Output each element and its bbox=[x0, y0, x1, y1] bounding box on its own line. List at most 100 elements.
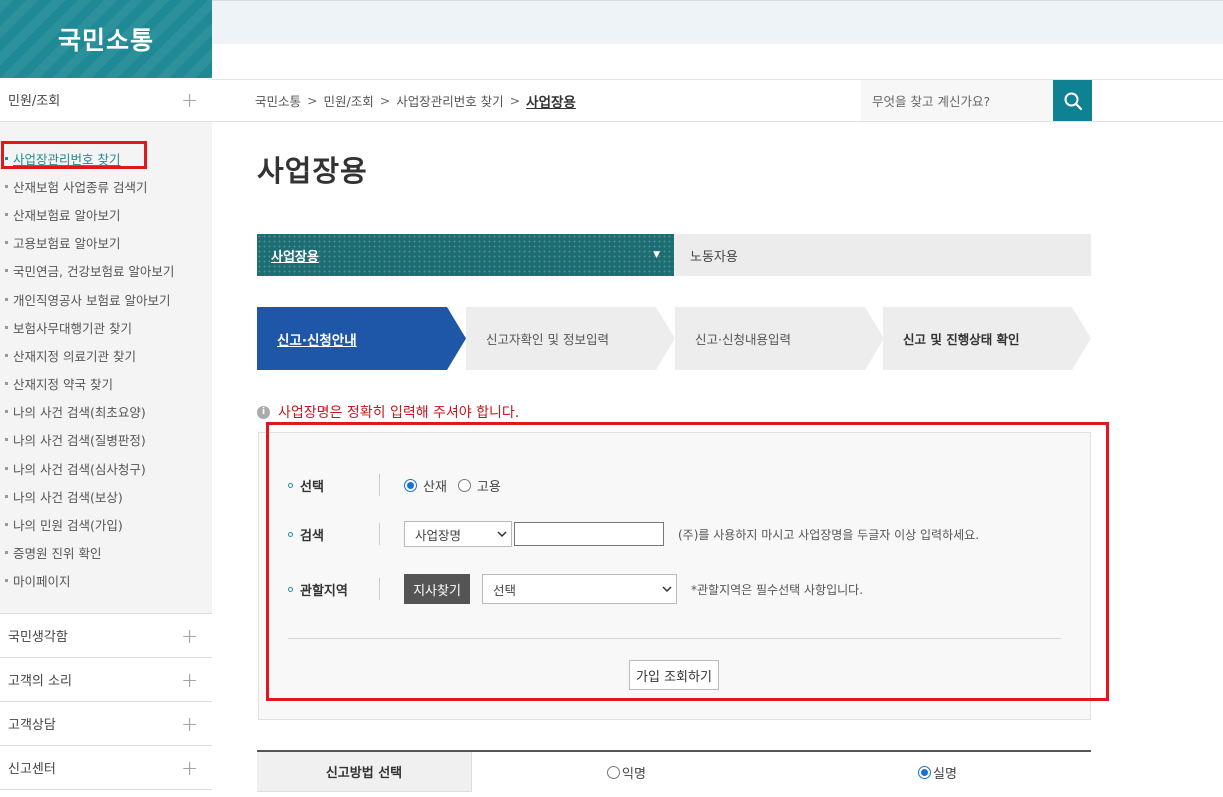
sidebar-section-consult[interactable]: 고객상담 + bbox=[0, 702, 212, 746]
plus-icon: + bbox=[181, 711, 198, 736]
sidebar-item[interactable]: 나의 사건 검색(보상) bbox=[0, 482, 212, 510]
plus-icon: + bbox=[181, 755, 198, 780]
radio-anonymous[interactable] bbox=[607, 765, 620, 779]
bullet-icon bbox=[5, 466, 8, 470]
sidebar-item-label: 나의 사건 검색(보상) bbox=[13, 489, 123, 505]
sidebar-section-voice[interactable]: 고객의 소리 + bbox=[0, 658, 212, 702]
bullet-icon bbox=[5, 353, 8, 357]
bullet-icon bbox=[5, 410, 8, 414]
sidebar-item-label: 산재지정 의료기관 찾기 bbox=[13, 348, 136, 364]
bullet-icon bbox=[5, 325, 8, 329]
sidebar-section-label: 고객의 소리 bbox=[8, 674, 72, 689]
search-button[interactable] bbox=[1053, 80, 1092, 121]
logo-text: 국민소통 bbox=[57, 26, 154, 55]
bullet-icon bbox=[5, 579, 8, 583]
breadcrumb-current: 사업장용 bbox=[526, 94, 576, 111]
radio-label: 익명 bbox=[622, 766, 646, 782]
sidebar-item[interactable]: 보험사무대행기관 찾기 bbox=[0, 313, 212, 341]
bullet-icon bbox=[5, 382, 8, 386]
report-method-header: 신고방법 선택 bbox=[257, 752, 472, 792]
breadcrumb-separator: > bbox=[307, 93, 318, 108]
report-method-table: 신고방법 선택 익명 실명 bbox=[257, 750, 1091, 797]
breadcrumb-item[interactable]: 사업장관리번호 찾기 bbox=[396, 91, 503, 110]
step-3: 신고·신청내용입력 bbox=[675, 307, 884, 370]
sidebar-item[interactable]: 산재보험 사업종류 검색기 bbox=[0, 172, 212, 200]
sidebar-item[interactable]: 산재지정 의료기관 찾기 bbox=[0, 341, 212, 369]
sidebar-section-label: 신고센터 bbox=[8, 762, 56, 777]
sidebar-item-label: 나의 사건 검색(질병판정) bbox=[13, 433, 146, 449]
info-icon: i bbox=[257, 405, 270, 419]
step-1: 신고·신청안내 bbox=[257, 307, 466, 370]
tab-label: 노동자용 bbox=[690, 249, 738, 265]
sidebar-item-label: 개인직영공사 보험료 알아보기 bbox=[13, 292, 171, 308]
bullet-icon bbox=[5, 438, 8, 442]
sidebar-item-label: 산재지정 약국 찾기 bbox=[13, 377, 113, 393]
breadcrumb: 국민소통 > 민원/조회 > 사업장관리번호 찾기 > 사업장용 bbox=[255, 79, 576, 122]
breadcrumb-item[interactable]: 국민소통 bbox=[255, 91, 301, 110]
step-indicator: 신고·신청안내 신고자확인 및 정보입력 신고·신청내용입력 신고 및 진행상태… bbox=[257, 307, 1091, 370]
sidebar-item[interactable]: 산재보험료 알아보기 bbox=[0, 200, 212, 228]
breadcrumb-separator: > bbox=[509, 93, 521, 108]
bullet-icon bbox=[5, 297, 8, 301]
caret-down-icon: ▼ bbox=[653, 250, 660, 260]
sidebar-item-label: 고용보험료 알아보기 bbox=[13, 236, 121, 252]
sidebar-item[interactable]: 마이페이지 bbox=[0, 567, 212, 595]
sidebar-section-complaints[interactable]: 민원/조회 + bbox=[0, 78, 212, 122]
sidebar-section-label: 고객상담 bbox=[8, 718, 56, 733]
sidebar-item[interactable]: 고용보험료 알아보기 bbox=[0, 229, 212, 257]
tab-worker[interactable]: 노동자용 bbox=[674, 234, 1091, 276]
sidebar-section-label: 국민생각함 bbox=[8, 630, 68, 645]
step-label: 신고 및 진행상태 확인 bbox=[903, 332, 1020, 347]
sidebar-section-report[interactable]: 신고센터 + bbox=[0, 746, 212, 790]
bullet-icon bbox=[5, 212, 8, 216]
notice: i 사업장명은 정확히 입력해 주셔야 합니다. bbox=[257, 402, 519, 422]
sidebar-item-label: 나의 민원 검색(가입) bbox=[13, 518, 123, 534]
sidebar-section-opinion[interactable]: 국민생각함 + bbox=[0, 614, 212, 658]
sidebar-item-label: 나의 사건 검색(심사청구) bbox=[13, 461, 146, 477]
report-option-realname[interactable]: 실명 bbox=[918, 752, 957, 792]
sidebar-item[interactable]: 나의 사건 검색(질병판정) bbox=[0, 426, 212, 454]
bullet-icon bbox=[5, 184, 8, 188]
sidebar-item-label: 마이페이지 bbox=[13, 574, 71, 590]
sidebar-item[interactable]: 개인직영공사 보험료 알아보기 bbox=[0, 285, 212, 313]
sidebar-item-label: 나의 사건 검색(최초요양) bbox=[13, 405, 146, 421]
breadcrumb-item[interactable]: 민원/조회 bbox=[324, 91, 374, 110]
tab-label: 사업장용 bbox=[271, 249, 319, 265]
plus-icon: + bbox=[181, 623, 198, 648]
sidebar-item[interactable]: 나의 사건 검색(심사청구) bbox=[0, 454, 212, 482]
sidebar-item-label: 증명원 진위 확인 bbox=[13, 546, 102, 562]
sidebar-section-label: 민원/조회 bbox=[8, 94, 61, 109]
highlight-box-sidebar bbox=[1, 141, 147, 169]
bullet-icon bbox=[5, 494, 8, 498]
sidebar-item[interactable]: 나의 민원 검색(가입) bbox=[0, 510, 212, 538]
highlight-box-form bbox=[266, 422, 1109, 701]
step-label: 신고·신청안내 bbox=[277, 332, 357, 349]
radio-label: 실명 bbox=[933, 766, 957, 782]
tab-workplace[interactable]: 사업장용 ▼ bbox=[257, 234, 674, 276]
site-logo[interactable]: 국민소통 bbox=[0, 0, 212, 78]
report-option-anonymous[interactable]: 익명 bbox=[607, 752, 646, 792]
sidebar-item[interactable]: 증명원 진위 확인 bbox=[0, 539, 212, 567]
step-label: 신고자확인 및 정보입력 bbox=[486, 332, 609, 347]
search-icon bbox=[1064, 92, 1082, 110]
sidebar-item-label: 국민연금, 건강보험료 알아보기 bbox=[13, 264, 175, 280]
sidebar-item[interactable]: 산재지정 약국 찾기 bbox=[0, 370, 212, 398]
sidebar-item[interactable]: 나의 사건 검색(최초요양) bbox=[0, 398, 212, 426]
sidebar-item-label: 보험사무대행기관 찾기 bbox=[13, 320, 132, 336]
bullet-icon bbox=[5, 241, 8, 245]
bullet-icon bbox=[5, 523, 8, 527]
bullet-icon bbox=[5, 551, 8, 555]
step-label: 신고·신청내용입력 bbox=[695, 332, 791, 347]
search-input[interactable]: 무엇을 찾고 계신가요? bbox=[861, 80, 1053, 121]
bullet-icon bbox=[5, 269, 8, 273]
sidebar-item[interactable]: 국민연금, 건강보험료 알아보기 bbox=[0, 257, 212, 285]
radio-realname[interactable] bbox=[918, 765, 931, 779]
sidebar-submenu: 사업장관리번호 찾기 산재보험 사업종류 검색기 산재보험료 알아보기 고용보험… bbox=[0, 122, 212, 614]
page-title: 사업장용 bbox=[257, 154, 368, 188]
plus-icon: + bbox=[181, 667, 198, 692]
top-banner bbox=[212, 0, 1223, 44]
breadcrumb-separator: > bbox=[379, 93, 391, 108]
step-2: 신고자확인 및 정보입력 bbox=[466, 307, 675, 370]
search-placeholder: 무엇을 찾고 계신가요? bbox=[872, 94, 991, 109]
plus-icon: + bbox=[181, 87, 198, 112]
